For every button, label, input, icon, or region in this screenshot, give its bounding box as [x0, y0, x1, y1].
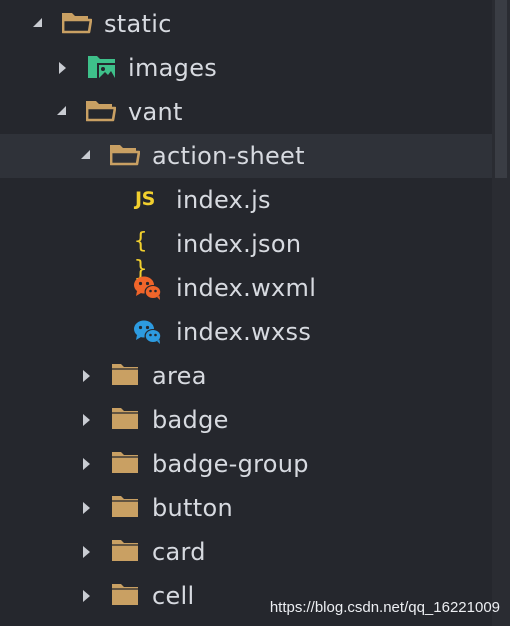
- tree-item-label: index.wxss: [176, 318, 312, 346]
- tree-item-badge-group[interactable]: badge-group: [0, 442, 492, 486]
- tree-item-label: area: [152, 362, 207, 390]
- folder-icon: [111, 538, 141, 564]
- expanded-arrow-icon[interactable]: [81, 150, 90, 159]
- tree-item-label: action-sheet: [152, 142, 305, 170]
- scrollbar-thumb[interactable]: [495, 0, 507, 178]
- tree-item-index-json[interactable]: { } index.json: [0, 222, 492, 282]
- expanded-arrow-icon[interactable]: [57, 106, 66, 115]
- tree-item-label: index.json: [176, 230, 302, 258]
- collapsed-arrow-icon[interactable]: [83, 590, 90, 602]
- folder-open-icon: [62, 10, 92, 36]
- folder-icon: [111, 362, 141, 388]
- file-tree: static images vant action-sheet JS index…: [0, 0, 492, 626]
- tree-item-label: badge-group: [152, 450, 309, 478]
- tree-item-label: button: [152, 494, 233, 522]
- folder-icon: [111, 450, 141, 476]
- collapsed-arrow-icon[interactable]: [83, 458, 90, 470]
- tree-item-static[interactable]: static: [0, 2, 492, 46]
- tree-item-area[interactable]: area: [0, 354, 492, 398]
- vertical-scrollbar[interactable]: [492, 0, 510, 626]
- expanded-arrow-icon[interactable]: [33, 18, 42, 27]
- tree-item-index-wxml[interactable]: index.wxml: [0, 266, 492, 310]
- tree-item-images[interactable]: images: [0, 46, 492, 90]
- image-folder-icon: [87, 54, 117, 80]
- tree-item-card[interactable]: card: [0, 530, 492, 574]
- collapsed-arrow-icon[interactable]: [83, 546, 90, 558]
- collapsed-arrow-icon[interactable]: [83, 414, 90, 426]
- tree-item-label: badge: [152, 406, 229, 434]
- watermark: https://blog.csdn.net/qq_16221009: [269, 599, 500, 616]
- wechat-orange-icon: [133, 275, 163, 301]
- folder-icon: [111, 406, 141, 432]
- tree-item-label: vant: [128, 98, 183, 126]
- tree-item-label: index.wxml: [176, 274, 317, 302]
- tree-item-label: index.js: [176, 186, 271, 214]
- folder-open-icon: [110, 142, 140, 168]
- tree-item-index-js[interactable]: JS index.js: [0, 178, 492, 222]
- tree-item-label: images: [128, 54, 218, 82]
- collapsed-arrow-icon[interactable]: [83, 502, 90, 514]
- json-file-icon: { }: [134, 229, 150, 282]
- folder-icon: [111, 494, 141, 520]
- collapsed-arrow-icon[interactable]: [59, 62, 66, 74]
- tree-item-label: card: [152, 538, 206, 566]
- folder-open-icon: [86, 98, 116, 124]
- folder-icon: [111, 582, 141, 608]
- tree-item-label: static: [104, 10, 172, 38]
- tree-item-vant[interactable]: vant: [0, 90, 492, 134]
- tree-item-button[interactable]: button: [0, 486, 492, 530]
- collapsed-arrow-icon[interactable]: [83, 370, 90, 382]
- tree-item-index-wxss[interactable]: index.wxss: [0, 310, 492, 354]
- tree-item-badge[interactable]: badge: [0, 398, 492, 442]
- js-file-icon: JS: [135, 188, 155, 210]
- tree-item-label: cell: [152, 582, 195, 610]
- tree-item-action-sheet[interactable]: action-sheet: [0, 134, 492, 178]
- wechat-blue-icon: [133, 319, 163, 345]
